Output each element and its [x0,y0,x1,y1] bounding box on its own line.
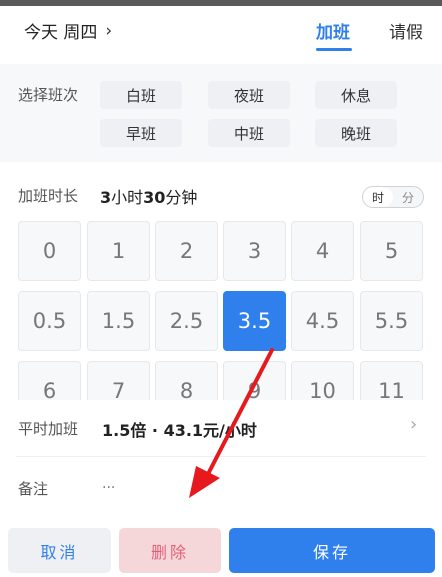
keypad-key[interactable]: 3 [223,221,286,281]
duration-hours: 3 [100,188,112,207]
shift-option-rest[interactable]: 休息 [315,81,397,109]
chevron-right-icon: › [105,20,113,41]
keypad-key[interactable]: 2.5 [155,291,218,351]
keypad-key[interactable]: 2 [155,221,218,281]
keypad-key[interactable]: 0 [18,221,81,281]
note-input[interactable] [102,478,402,498]
unit-toggle[interactable]: 时 分 [362,186,424,208]
date-label: 今天 周四 [24,23,98,43]
delete-button[interactable]: 删除 [119,528,221,573]
duration-minutes-unit: 分钟 [165,188,198,207]
shift-option-day[interactable]: 白班 [100,81,182,109]
keypad-key[interactable]: 0.5 [18,291,81,351]
overtime-record-screen: 今天 周四 › 加班 请假 选择班次 白班 夜班 休息 早班 中班 晚班 加班时… [0,0,442,577]
active-tab-indicator [316,48,352,51]
tab-leave[interactable]: 请假 [389,18,423,43]
shift-panel [0,64,442,162]
unit-minute-option[interactable]: 分 [393,187,423,207]
shift-option-evening[interactable]: 晚班 [315,119,397,147]
keypad-key[interactable]: 9 [223,361,286,400]
keypad-key[interactable]: 4 [291,221,354,281]
keypad-key[interactable]: 11 [360,361,423,400]
overtime-type-label: 平时加班 [18,420,79,438]
note-label: 备注 [18,480,49,498]
tab-overtime[interactable]: 加班 [316,18,350,43]
hour-keypad: 0 1 2 3 4 5 0.5 1.5 2.5 3.5 4.5 5.5 6 7 … [0,216,442,400]
keypad-key[interactable]: 1.5 [87,291,150,351]
shift-option-morning[interactable]: 早班 [100,119,182,147]
keypad-key[interactable]: 1 [87,221,150,281]
shift-label: 选择班次 [18,86,79,104]
overtime-rate-value[interactable]: 1.5倍 · 43.1元/小时 [102,417,257,441]
duration-label: 加班时长 [18,187,79,205]
shift-option-middle[interactable]: 中班 [208,119,290,147]
chevron-right-icon[interactable]: › [410,414,417,435]
keypad-key[interactable]: 4.5 [291,291,354,351]
keypad-key[interactable]: 6 [18,361,81,400]
cancel-button[interactable]: 取消 [8,528,111,573]
keypad-key[interactable]: 10 [291,361,354,400]
save-button[interactable]: 保存 [229,528,435,573]
keypad-key[interactable]: 5.5 [360,291,423,351]
duration-minutes: 30 [143,188,166,207]
shift-option-night[interactable]: 夜班 [208,81,290,109]
keypad-key[interactable]: 7 [87,361,150,400]
divider [16,456,426,457]
duration-hours-unit: 小时 [111,188,144,207]
duration-value: 3小时30分钟 [100,184,197,208]
unit-hour-option[interactable]: 时 [363,187,393,207]
keypad-key[interactable]: 8 [155,361,218,400]
keypad-key[interactable]: 5 [360,221,423,281]
keypad-key-selected[interactable]: 3.5 [223,291,286,351]
date-selector[interactable]: 今天 周四 › [24,18,113,44]
